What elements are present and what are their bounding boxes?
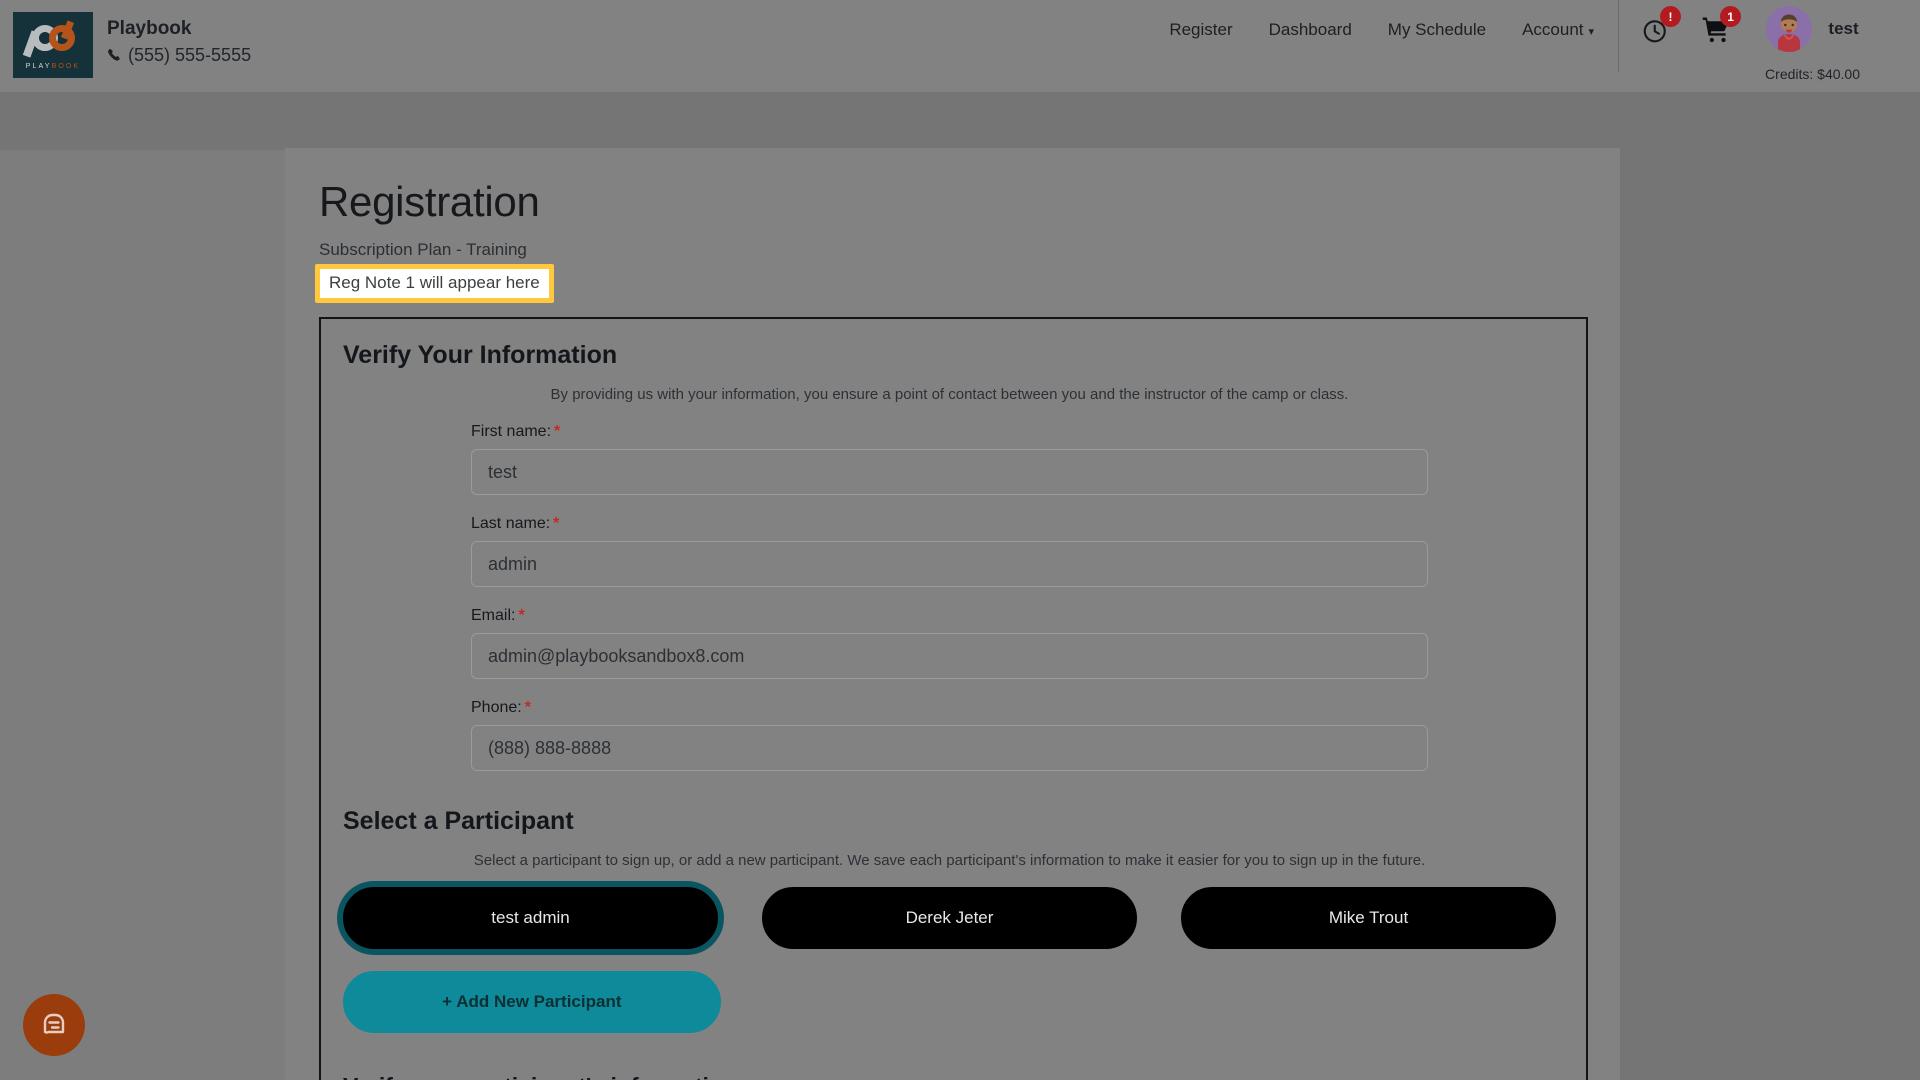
nav-item-account-label: Account [1522, 20, 1584, 39]
pb-monogram-icon [22, 19, 84, 61]
required-asterisk: * [524, 699, 531, 716]
phone-input[interactable] [471, 725, 1428, 771]
label-text: Last name: [471, 515, 551, 532]
user-row[interactable]: test [1766, 6, 1859, 52]
select-participant-description: Select a participant to sign up, or add … [473, 852, 1426, 869]
header-divider [1618, 0, 1620, 72]
verify-section: Verify Your Information By providing us … [319, 317, 1588, 1080]
phone-icon [107, 48, 122, 63]
nav-item-register[interactable]: Register [1169, 20, 1232, 40]
brand[interactable]: PLAYBOOK Playbook (555) 555-5555 [0, 0, 251, 78]
subscription-plan-label: Subscription Plan - Training [319, 240, 527, 259]
field-label-phone: Phone: * [471, 699, 1428, 717]
add-participant-row: + Add New Participant [343, 971, 1556, 1033]
participant-option-derek-jeter[interactable]: Derek Jeter [762, 887, 1137, 949]
last-name-input[interactable] [471, 541, 1428, 587]
verify-section-title: Verify Your Information [343, 341, 618, 369]
user-menu[interactable]: test Credits: $40.00 [1765, 0, 1920, 82]
required-asterisk: * [518, 607, 525, 624]
field-label-last-name: Last name: * [471, 515, 1428, 533]
first-name-input[interactable] [471, 449, 1428, 495]
chat-bubble-icon [43, 1013, 65, 1034]
logo-wordmark: PLAYBOOK [26, 63, 80, 70]
label-text: Email: [471, 607, 516, 624]
field-email: Email: * [343, 607, 1556, 679]
page-root: PLAYBOOK Playbook (555) 555-5555 Registe… [0, 0, 1920, 1080]
participant-option-test-admin[interactable]: test admin [343, 887, 718, 949]
participant-options: test admin Derek Jeter Mike Trout [343, 887, 1556, 949]
header-icon-cluster: ! 1 [1641, 0, 1742, 60]
field-last-name: Last name: * [343, 515, 1556, 587]
nav-item-dashboard[interactable]: Dashboard [1269, 20, 1352, 40]
reg-note-text: Reg Note 1 will appear here [320, 269, 549, 298]
overlay-left [0, 150, 285, 1080]
playbook-logo-icon[interactable]: PLAYBOOK [13, 12, 93, 78]
avatar-image [1766, 6, 1813, 52]
history-clock-button[interactable]: ! [1641, 6, 1682, 45]
select-participant-title: Select a Participant [343, 807, 574, 835]
logo-word-play: PLAY [25, 62, 52, 70]
field-first-name: First name: * [343, 423, 1556, 495]
verify-section-description: By providing us with your information, y… [550, 386, 1349, 403]
brand-phone[interactable]: (555) 555-5555 [107, 45, 251, 66]
field-phone: Phone: * [343, 699, 1556, 771]
overlay-right [1620, 150, 1920, 1080]
history-badge: ! [1660, 6, 1682, 27]
field-label-email: Email: * [471, 607, 1428, 625]
chat-launcher-button[interactable] [23, 994, 85, 1056]
add-new-participant-button[interactable]: + Add New Participant [343, 971, 721, 1033]
cart-badge: 1 [1720, 6, 1742, 27]
field-label-first-name: First name: * [471, 423, 1428, 441]
credits-label: Credits: $40.00 [1765, 66, 1860, 82]
main-nav: Register Dashboard My Schedule Account ▾ [1169, 0, 1618, 60]
page-title: Registration [319, 178, 540, 225]
required-asterisk: * [553, 515, 560, 532]
nav-item-account[interactable]: Account ▾ [1522, 20, 1594, 40]
participant-info-title: Verify your participant's information [343, 1073, 1556, 1080]
site-header: PLAYBOOK Playbook (555) 555-5555 Registe… [0, 0, 1920, 92]
participant-option-mike-trout[interactable]: Mike Trout [1181, 887, 1556, 949]
brand-phone-number: (555) 555-5555 [128, 44, 252, 65]
cart-button[interactable]: 1 [1701, 6, 1742, 45]
label-text: First name: [471, 423, 552, 440]
email-input[interactable] [471, 633, 1428, 679]
user-name: test [1828, 19, 1859, 38]
avatar[interactable] [1766, 6, 1813, 52]
registration-card: Registration Subscription Plan - Trainin… [285, 148, 1620, 1080]
nav-item-my-schedule[interactable]: My Schedule [1388, 20, 1486, 40]
overlay-band [0, 92, 1920, 150]
logo-word-book: BOOK [51, 62, 81, 70]
brand-name: Playbook [107, 18, 192, 39]
reg-note-highlight: Reg Note 1 will appear here [315, 264, 554, 303]
chevron-down-icon: ▾ [1588, 26, 1595, 38]
required-asterisk: * [554, 423, 561, 440]
label-text: Phone: [471, 699, 522, 716]
brand-text: Playbook (555) 555-5555 [107, 12, 251, 66]
